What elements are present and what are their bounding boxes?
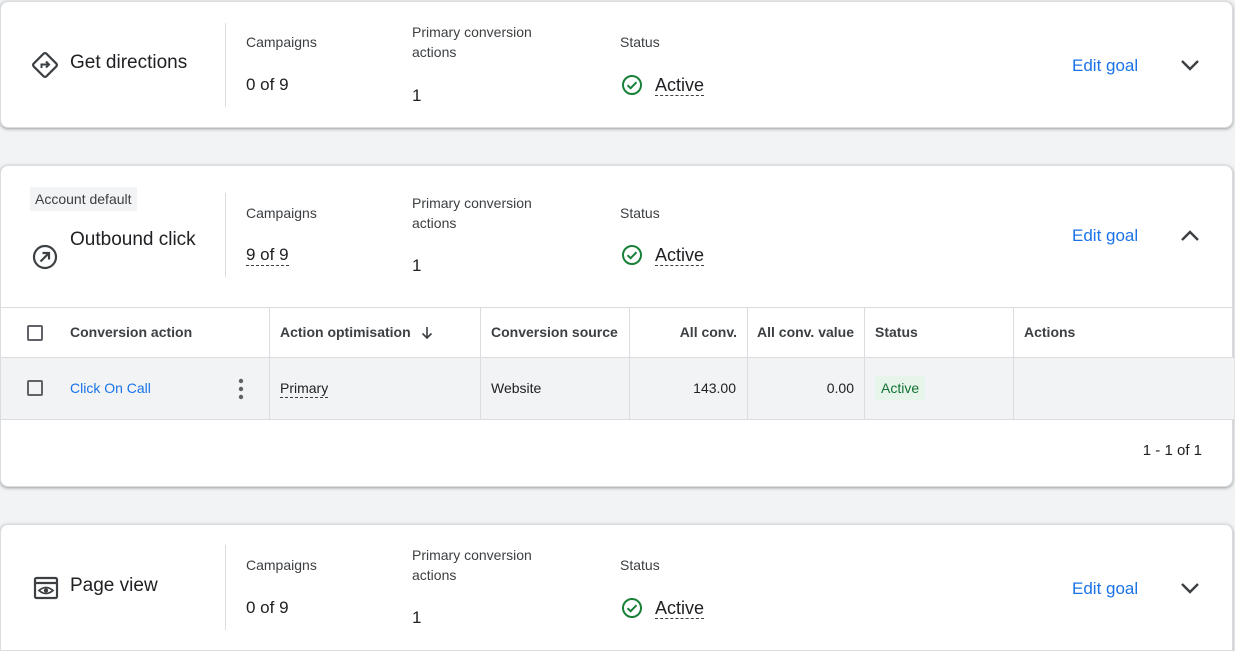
status-value[interactable]: Active [621,74,705,96]
edit-goal-button[interactable]: Edit goal [1072,579,1138,599]
divider [225,193,226,277]
column-header-all-conv[interactable]: All conv. [629,308,737,357]
campaigns-value-text: 9 of 9 [246,245,289,266]
chevron-down-icon[interactable] [1178,576,1202,600]
goal-name: Outbound click [70,229,196,250]
conversion-action-link[interactable]: Click On Call [70,358,151,419]
column-divider [1013,358,1014,419]
column-divider [864,308,865,357]
campaigns-label: Campaigns [246,557,317,573]
check-circle-icon [622,245,642,265]
status-text: Active [655,597,705,619]
goal-name: Get directions [70,52,188,73]
primary-conversion-label: Primary conversion actions [412,547,532,583]
goal-card-outbound-click: Account default Outbound click Campaigns… [0,165,1234,487]
table-row: Click On Call Primary Website 143.00 0.0… [1,358,1234,420]
column-divider [1013,308,1014,357]
goal-name: Page view [70,575,158,596]
status-value[interactable]: Active [621,244,705,266]
campaigns-label: Campaigns [246,205,317,221]
column-divider [269,308,270,357]
column-divider [269,358,270,419]
goal-card-get-directions: Get directions Campaigns 0 of 9 Primary … [0,1,1233,128]
column-header-action-optimisation[interactable]: Action optimisation [280,308,435,357]
check-circle-icon [622,598,642,618]
all-conv-cell: 143.00 [693,380,736,396]
status-cell: Active [875,358,926,419]
divider [225,23,226,107]
column-header-actions: Actions [1024,324,1076,340]
action-optimisation-text: Primary [280,380,329,398]
column-divider [480,308,481,357]
chevron-up-icon[interactable] [1178,224,1202,248]
edit-goal-button[interactable]: Edit goal [1072,226,1138,246]
column-header-label: Action optimisation [280,324,411,340]
primary-conversion-value: 1 [412,608,422,627]
status-label: Status [620,205,660,221]
pagination-summary: 1 - 1 of 1 [1142,442,1202,459]
column-header-status[interactable]: Status [875,308,918,357]
all-conv-value-cell: 0.00 [826,380,854,396]
primary-conversion-value: 1 [412,256,422,275]
status-value[interactable]: Active [621,597,705,619]
action-optimisation-cell[interactable]: Primary [280,358,329,419]
column-divider [480,358,481,419]
column-header-conversion-source[interactable]: Conversion source [491,308,618,357]
page-view-icon [33,576,59,600]
select-all-checkbox[interactable] [27,325,43,341]
column-header-conversion-action[interactable]: Conversion action [70,308,192,357]
row-checkbox[interactable] [27,380,43,396]
column-header-all-conv-value[interactable]: All conv. value [747,308,854,357]
status-text: Active [655,74,705,96]
more-vert-icon[interactable] [233,377,249,401]
primary-conversion-label: Primary conversion actions [412,195,532,231]
chevron-down-icon[interactable] [1178,53,1202,77]
account-default-badge: Account default [30,187,137,211]
status-label: Status [620,34,660,50]
check-circle-icon [622,75,642,95]
status-label: Status [620,557,660,573]
campaigns-label: Campaigns [246,34,317,50]
column-divider [864,358,865,419]
conversion-source-cell: Website [491,380,542,396]
status-pill: Active [875,376,926,400]
outbound-icon [32,244,58,270]
campaigns-value[interactable]: 9 of 9 [246,245,289,266]
arrow-down-icon [421,326,432,339]
campaigns-value: 0 of 9 [246,75,289,94]
edit-goal-button[interactable]: Edit goal [1072,56,1138,76]
goal-card-page-view: Page view Campaigns 0 of 9 Primary conve… [0,524,1233,651]
primary-conversion-label: Primary conversion actions [412,24,532,60]
campaigns-value: 0 of 9 [246,598,289,617]
divider [225,545,226,630]
primary-conversion-value: 1 [412,86,422,105]
table-header: Conversion action Action optimisation Co… [1,307,1234,358]
directions-icon [32,52,58,78]
status-text: Active [655,244,705,266]
